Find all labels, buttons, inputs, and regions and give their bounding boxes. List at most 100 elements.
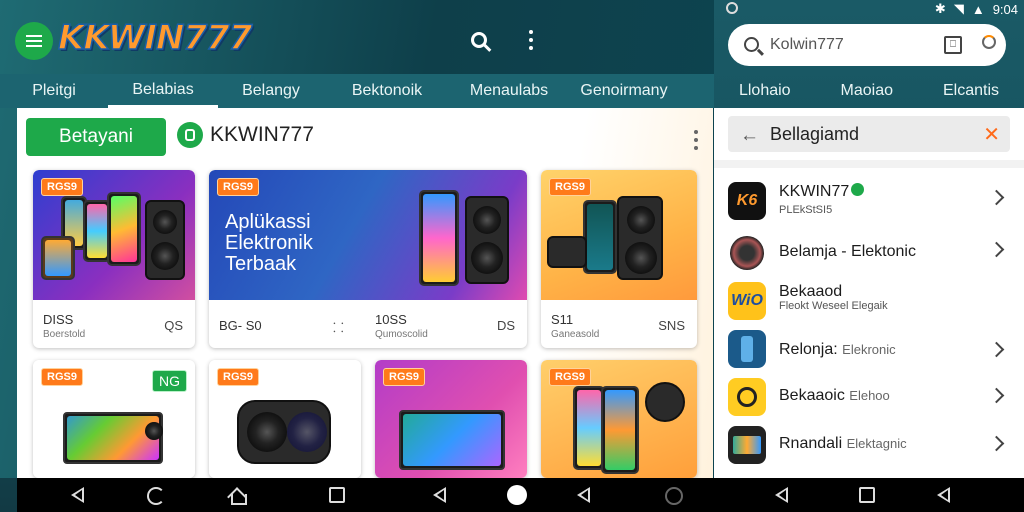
wio-icon: WiO [728,282,766,320]
home-circle-icon [507,485,527,505]
back-button-2[interactable] [433,487,451,503]
price-tag: RGS9 [549,368,591,386]
card-label: DS [496,318,515,333]
list-item[interactable]: K6 KKWIN77 PLEkStSI5 [714,178,1024,224]
side-panel: ✱ ◥ ▲ 9:04 Kolwin777 ⎕ Llohaio Maoiao El… [714,0,1024,478]
back-icon [71,487,85,503]
recents-icon [859,487,875,503]
more-options-button[interactable] [517,26,545,54]
back-icon [577,487,591,503]
new-badge: NG [152,370,187,392]
refresh-button[interactable] [147,487,165,505]
right-tabs: Llohaio Maoiao Elcantis [714,74,1024,108]
back-icon [775,487,789,503]
chevron-right-icon [988,241,1005,258]
product-card[interactable]: RGS9 S11 Ganeasold SNS [541,170,697,348]
product-card[interactable]: RGS9 [375,360,527,478]
back-button[interactable] [71,487,89,503]
product-card[interactable]: RGS9 DISS Boerstold QS [33,170,195,348]
content-more-button[interactable] [682,126,710,154]
list-item[interactable]: Bekaaoic Elehoo [714,374,1024,420]
recents-button-2[interactable] [859,487,877,503]
product-card[interactable]: RGS9 [209,360,361,478]
list-item[interactable]: Rnandali Elektagnic [714,422,1024,468]
list-item-title: Bekaaod [779,283,843,300]
hamburger-icon [26,40,42,42]
card-subtitle: Ganeasold [551,329,600,340]
price-tag: RGS9 [217,178,259,196]
assistant-button[interactable] [665,487,683,505]
product-content: Betayani KKWIN777 RGS9 DISS Boerstold QS… [17,108,713,478]
list-item[interactable]: WiO Bekaaod Fleokt Weseel Elegaik [714,278,1024,324]
recents-icon [329,487,345,503]
signal-icon: ▲ [971,1,985,17]
price-tag: RGS9 [41,178,83,196]
menu-button[interactable] [15,22,53,60]
main-app: KKWIN777 Pleitgi Belabias Belangy Bekton… [0,0,714,478]
home-button-2[interactable] [507,485,527,505]
card-subtitle: Boerstold [43,329,86,340]
right-tab-2[interactable]: Elcantis [943,82,999,100]
product-card[interactable]: RGS9 [541,360,697,478]
search-input[interactable]: Kolwin777 [770,36,844,54]
tab-4[interactable]: Menaulabs [450,74,568,108]
tab-1[interactable]: Belabias [108,74,218,108]
back-button-4[interactable] [775,487,793,503]
search-results-panel: ← Bellagiamd ✕ K6 KKWIN77 PLEkStSI5 Bela… [714,108,1024,478]
voice-icon[interactable] [982,35,996,49]
divider [714,160,1024,168]
home-button[interactable] [229,487,247,505]
back-icon [433,487,447,503]
list-item[interactable]: Relonja: Elekronic [714,326,1024,372]
tab-3[interactable]: Bektonoik [324,74,450,108]
card-label: SNS [658,318,685,333]
phone-icon [728,330,766,368]
app-badge-icon [177,122,203,148]
promo-headline: Aplükassi Elektronik Terbaak [225,211,313,275]
status-time: 9:04 [992,1,1018,17]
app-name: KKWIN777 [210,123,314,146]
list-item[interactable]: Belamja - Elektonic [714,230,1024,276]
status-bar: ✱ ◥ ▲ 9:04 [714,0,1024,18]
promo-card[interactable]: Aplükassi Elektronik Terbaak RGS9 BG- S0… [209,170,527,348]
tab-0[interactable]: Pleitgi [0,74,108,108]
right-tab-1[interactable]: Maoiao [841,82,893,100]
list-item-subtitle: Fleokt Weseel Elegaik [779,300,888,312]
recents-button[interactable] [329,487,347,503]
back-button-3[interactable] [577,487,595,503]
card-label: QS [164,318,183,333]
search-button[interactable] [465,26,493,54]
right-tab-0[interactable]: Llohaio [739,82,791,100]
results-search-bar[interactable]: ← Bellagiamd ✕ [728,116,1010,152]
results-search-input[interactable]: Bellagiamd [770,124,859,145]
tab-2[interactable]: Belangy [218,74,324,108]
list-item-title: Rnandali Elektagnic [779,435,907,452]
back-icon [937,487,951,503]
bag-icon [728,234,766,272]
chevron-right-icon [988,435,1005,452]
chevron-right-icon [988,341,1005,358]
product-card[interactable]: RGS9 NG [33,360,195,478]
bluetooth-icon: ✱ [934,1,946,16]
list-item-title: Relonja: Elekronic [779,341,896,358]
back-arrow-icon[interactable]: ← [740,125,759,147]
list-item-title: Bekaaoic Elehoo [779,387,890,404]
list-item-title: Belamja - Elektonic [779,243,916,260]
price-tag: RGS9 [41,368,83,386]
tab-5[interactable]: Genoirmany [568,74,680,108]
clear-icon[interactable]: ✕ [983,122,1000,147]
scan-icon[interactable]: ⎕ [944,36,962,54]
card-price: BG- S0 [219,318,262,333]
search-field[interactable]: Kolwin777 ⎕ [728,24,1006,66]
refresh-icon [147,487,165,505]
chevron-right-icon [988,189,1005,206]
kk-icon: K6 [728,182,766,220]
back-button-5[interactable] [937,487,955,503]
top-app-bar: KKWIN777 [0,0,714,74]
notification-icon [726,2,738,14]
primary-button[interactable]: Betayani [26,118,166,156]
price-tag: RGS9 [217,368,259,386]
list-item-subtitle: PLEkStSI5 [779,204,833,216]
card-subtitle: Qumoscolid [375,329,428,340]
yellow-icon [728,378,766,416]
